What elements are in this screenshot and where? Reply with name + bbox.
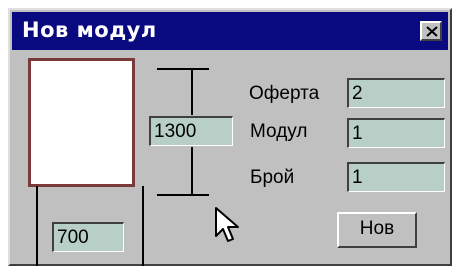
width-dim-right-tick xyxy=(142,186,144,266)
module-input[interactable]: 1 xyxy=(347,118,445,148)
new-button[interactable]: Нов xyxy=(337,212,417,248)
width-dim-left-tick xyxy=(36,186,38,266)
module-label: Модул xyxy=(250,121,308,142)
height-input[interactable]: 1300 xyxy=(149,116,233,146)
height-dim-line-upper xyxy=(191,68,193,115)
height-dim-top-tick xyxy=(157,68,209,70)
close-button[interactable] xyxy=(420,21,442,41)
offer-input[interactable]: 2 xyxy=(347,78,445,108)
close-x-icon xyxy=(426,26,438,37)
title-bar[interactable]: Нов модул xyxy=(12,12,448,50)
dialog-title: Нов модул xyxy=(22,18,157,42)
module-preview xyxy=(28,58,135,187)
height-dim-line-lower xyxy=(191,147,193,195)
count-input[interactable]: 1 xyxy=(347,162,445,192)
offer-label: Оферта xyxy=(249,83,320,104)
count-label: Брой xyxy=(250,167,295,188)
mouse-pointer-icon xyxy=(215,207,239,242)
height-dim-bottom-tick xyxy=(157,194,209,196)
width-input[interactable]: 700 xyxy=(52,222,124,252)
